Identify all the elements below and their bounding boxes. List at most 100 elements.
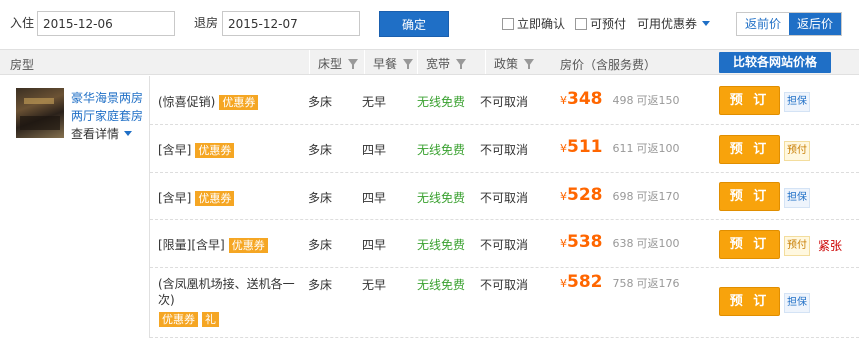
book-button[interactable]: 预 订: [719, 135, 780, 164]
breakfast: 无早: [362, 95, 387, 109]
room-name-link[interactable]: 豪华海景两房两厅家庭套房: [71, 89, 146, 125]
header-policy-label: 政策: [494, 57, 519, 71]
header-bed-filter[interactable]: 床型: [309, 50, 364, 74]
coupon-tag: 优惠券: [159, 312, 198, 327]
coupon-tag: 优惠券: [195, 143, 235, 158]
cancel-policy[interactable]: 不可取消: [480, 236, 528, 253]
broadband-wifi: 无线免费: [417, 238, 466, 252]
view-details-link[interactable]: 查看详情: [71, 125, 133, 142]
room-thumbnail[interactable]: [16, 88, 64, 138]
bed-type: 多床: [308, 95, 333, 109]
checkbox-icon: [575, 17, 587, 30]
book-button[interactable]: 预 订: [719, 230, 780, 259]
checkbox-icon: [502, 17, 514, 30]
rate-price: ¥ 538 638 可返100: [560, 232, 680, 252]
broadband-wifi: 无线免费: [417, 191, 466, 205]
price-value: 582: [567, 272, 603, 292]
currency-symbol: ¥: [560, 142, 567, 155]
cancel-policy[interactable]: 不可取消: [480, 141, 528, 158]
table-header: 房型 床型 早餐 宽带 政策 房价（含服务费） 比较各网站价格: [0, 49, 859, 75]
chevron-down-icon: [124, 131, 133, 136]
bed-type: 多床: [308, 278, 333, 292]
rebate-amount: 可返150: [636, 94, 680, 107]
rate-plan-label: [含早]: [158, 191, 192, 205]
header-room-type: 房型: [10, 58, 35, 72]
table-row: [限量][含早] 优惠券 多床 四早 无线免费 不可取消 ¥ 538 638 可返…: [150, 220, 859, 268]
price-value: 348: [567, 89, 603, 109]
coupon-tag: 优惠券: [195, 191, 235, 206]
table-row: [含早] 优惠券 多床 四早 无线免费 不可取消 ¥ 528 698 可返170 …: [150, 173, 859, 220]
rate-price: ¥ 511 611 可返100: [560, 137, 680, 157]
cancel-policy[interactable]: 不可取消: [480, 276, 528, 293]
cancel-policy[interactable]: 不可取消: [480, 93, 528, 110]
price-value: 511: [567, 137, 603, 157]
rate-plan-name: [含早] 优惠券: [158, 141, 235, 158]
checkout-label: 退房: [194, 16, 219, 30]
rate-plan-label: [限量][含早]: [158, 238, 225, 252]
rate-plan-label: [含早]: [158, 143, 192, 157]
payment-badge: 担保: [784, 293, 810, 313]
broadband-wifi: 无线免费: [417, 278, 466, 292]
filter-icon: [348, 59, 359, 69]
broadband-wifi: 无线免费: [417, 143, 466, 157]
header-breakfast-filter[interactable]: 早餐: [364, 50, 417, 74]
book-button[interactable]: 预 订: [719, 182, 780, 211]
rate-price: ¥ 348 498 可返150: [560, 89, 680, 109]
currency-symbol: ¥: [560, 237, 567, 250]
confirm-button[interactable]: 确定: [379, 11, 449, 37]
payment-badge: 预付: [784, 236, 810, 256]
coupon-tag: 优惠券: [228, 238, 268, 253]
book-button[interactable]: 预 订: [719, 86, 780, 115]
book-button[interactable]: 预 订: [719, 287, 780, 316]
breakfast: 无早: [362, 278, 387, 292]
prepay-checkbox[interactable]: 可预付: [575, 15, 626, 32]
chevron-down-icon: [702, 21, 711, 26]
compare-prices-button[interactable]: 比较各网站价格: [719, 52, 831, 73]
coupon-tag: 礼: [202, 312, 219, 327]
rebate-amount: 可返170: [636, 190, 680, 203]
price-value: 538: [567, 232, 603, 252]
instant-confirm-checkbox[interactable]: 立即确认: [502, 15, 565, 32]
currency-symbol: ¥: [560, 94, 567, 107]
header-policy-filter[interactable]: 政策: [485, 50, 548, 74]
search-bar: 入住 退房 确定 立即确认 可预付 可用优惠券 返前价 返后价: [0, 0, 859, 45]
header-price: 房价（含服务费）: [560, 58, 657, 72]
rate-tags: 优惠券礼: [155, 312, 219, 327]
view-details-label: 查看详情: [71, 127, 120, 141]
rate-price: ¥ 582 758 可返176: [560, 272, 680, 292]
prepay-label: 可预付: [590, 17, 627, 31]
table-row: [含早] 优惠券 多床 四早 无线免费 不可取消 ¥ 511 611 可返100 …: [150, 125, 859, 173]
payment-badge: 预付: [784, 141, 810, 161]
payment-badge: 担保: [784, 188, 810, 208]
sort-pre-rebate-button[interactable]: 返前价: [737, 13, 790, 35]
rate-plan-name: [限量][含早] 优惠券: [158, 236, 268, 253]
instant-confirm-label: 立即确认: [517, 17, 566, 31]
breakfast: 四早: [362, 143, 387, 157]
price-sort-toggle: 返前价 返后价: [736, 12, 843, 36]
coupon-filter-dropdown[interactable]: 可用优惠券: [637, 15, 711, 32]
price-value: 528: [567, 185, 603, 205]
sort-post-rebate-button[interactable]: 返后价: [789, 13, 842, 35]
availability-tight-label: 紧张: [818, 239, 843, 253]
original-price: 758: [612, 277, 634, 290]
checkout-date-input[interactable]: [222, 11, 360, 36]
bed-type: 多床: [308, 238, 333, 252]
table-row: (惊喜促销) 优惠券 多床 无早 无线免费 不可取消 ¥ 348 498 可返15…: [150, 76, 859, 125]
checkin-date-input[interactable]: [37, 11, 175, 36]
rate-plan-label: (含凤凰机场接、送机各一次): [158, 277, 295, 307]
header-broadband-filter[interactable]: 宽带: [417, 50, 485, 74]
rebate-amount: 可返100: [636, 142, 680, 155]
rate-price: ¥ 528 698 可返170: [560, 185, 680, 205]
rate-plan-label: (惊喜促销): [158, 95, 216, 109]
rebate-amount: 可返176: [636, 277, 680, 290]
original-price: 611: [612, 142, 634, 155]
header-breakfast-label: 早餐: [373, 57, 398, 71]
payment-badge: 担保: [784, 92, 810, 112]
coupon-tag: 优惠券: [219, 95, 259, 110]
rate-plan-name: (含凤凰机场接、送机各一次): [158, 276, 298, 308]
header-broadband-label: 宽带: [426, 57, 451, 71]
bed-type: 多床: [308, 191, 333, 205]
breakfast: 四早: [362, 191, 387, 205]
breakfast: 四早: [362, 238, 387, 252]
cancel-policy[interactable]: 不可取消: [480, 189, 528, 206]
